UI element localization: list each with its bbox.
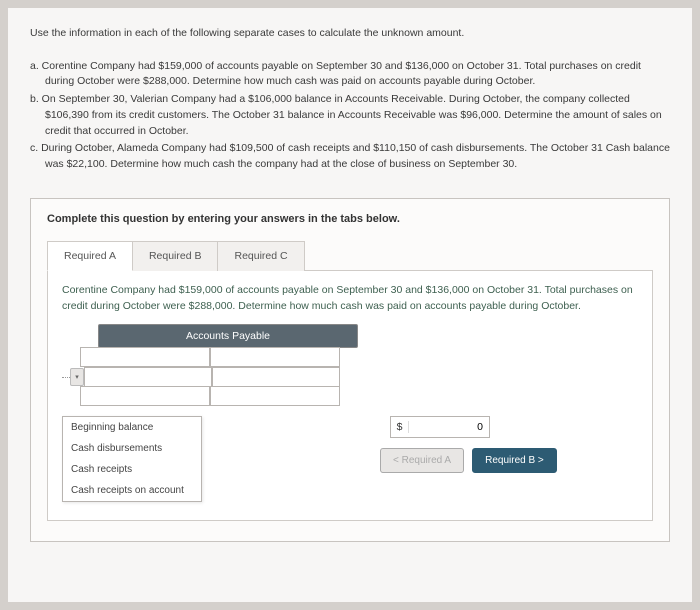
t-cell-credit-3[interactable] [210,386,340,406]
dropdown-option-beginning[interactable]: Beginning balance [63,417,201,438]
t-cell-credit-2[interactable] [212,367,340,387]
t-cell-credit[interactable] [210,347,340,367]
dropdown-options: Beginning balance Cash disbursements Cas… [62,416,202,502]
t-account-wrap: Accounts Payable ▾ [62,324,638,502]
account-header: Accounts Payable [98,324,358,348]
t-cell-debit-3[interactable] [80,386,210,406]
dotted-connector [62,377,70,378]
t-cell-debit[interactable] [80,347,210,367]
dropdown-option-receipts[interactable]: Cash receipts [63,459,201,480]
intro-text: Use the information in each of the follo… [30,26,670,41]
question-a: a. Corentine Company had $159,000 of acc… [30,59,670,91]
t-cell-debit-2[interactable] [84,367,212,387]
result-value: 0 [409,421,489,433]
dropdown-option-disbursements[interactable]: Cash disbursements [63,438,201,459]
next-button[interactable]: Required B > [472,448,557,473]
tabs-row: Required A Required B Required C [47,241,653,271]
question-b: b. On September 30, Valerian Company had… [30,92,670,139]
t-account-grid-bottom [80,387,340,406]
tab-required-c[interactable]: Required C [217,241,304,271]
tab-required-b[interactable]: Required B [132,241,219,271]
t-account-grid-top [80,348,340,367]
complete-instruction: Complete this question by entering your … [47,213,653,225]
answer-panel: Complete this question by entering your … [30,198,670,543]
tab-required-a[interactable]: Required A [47,241,133,271]
t-account: Accounts Payable ▾ [62,324,557,502]
tab-content: Corentine Company had $159,000 of accoun… [47,270,653,522]
question-c: c. During October, Alameda Company had $… [30,141,670,173]
prev-button[interactable]: < Required A [380,448,464,473]
dropdown-option-receipts-account[interactable]: Cash receipts on account [63,480,201,501]
dropdown-handle-icon[interactable]: ▾ [70,368,84,386]
problem-container: Use the information in each of the follo… [8,8,692,602]
tab-question-text: Corentine Company had $159,000 of accoun… [62,283,638,315]
questions-list: a. Corentine Company had $159,000 of acc… [30,59,670,173]
result-box: $ 0 [390,416,490,438]
nav-row: < Required A Required B > [380,448,557,473]
currency-symbol: $ [391,421,409,433]
